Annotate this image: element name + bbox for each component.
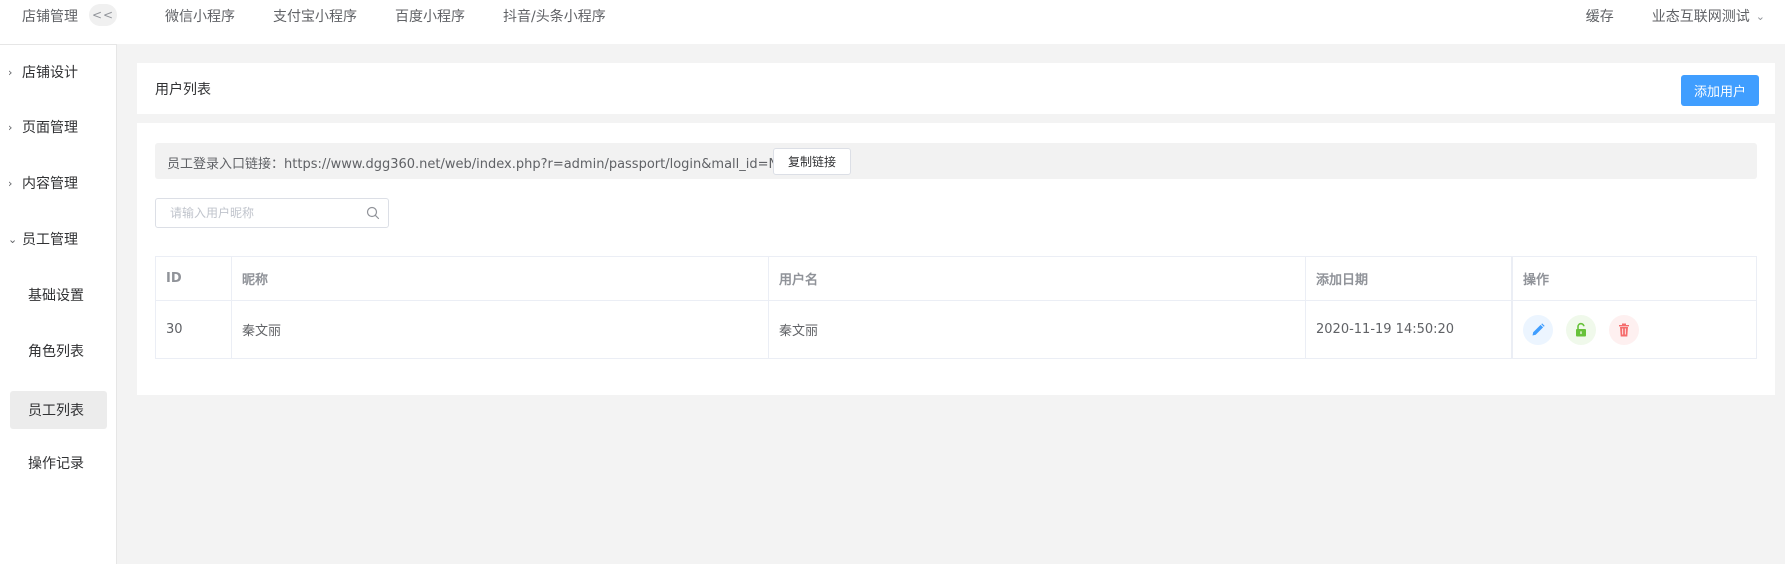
cell-id: 30	[156, 301, 232, 358]
nav-alipay-miniprogram[interactable]: 支付宝小程序	[273, 6, 357, 26]
search-box	[155, 198, 389, 228]
user-table: ID 昵称 用户名 添加日期 操作 30 秦文丽 秦文丽 2020-11-19 …	[155, 256, 1757, 359]
sidebar-collapse-button[interactable]: <<	[89, 4, 117, 26]
sidebar: › 店铺设计 › 页面管理 › 内容管理 ⌄ 员工管理 基础设置 角色列表 员工…	[0, 44, 117, 564]
sidebar-subitem-operation-log[interactable]: 操作记录	[10, 444, 107, 482]
sidebar-subitem-label: 操作记录	[28, 456, 84, 472]
column-header-nickname: 昵称	[232, 257, 769, 300]
top-nav: 微信小程序 支付宝小程序 百度小程序 抖音/头条小程序	[165, 6, 644, 26]
chevron-down-icon: ⌄	[8, 232, 18, 246]
sidebar-subitem-label: 员工列表	[28, 403, 84, 419]
sidebar-item-label: 页面管理	[22, 120, 78, 136]
copy-link-button[interactable]: 复制链接	[773, 148, 851, 175]
user-name: 业态互联网测试	[1651, 9, 1750, 25]
sidebar-subitem-label: 基础设置	[28, 288, 84, 304]
unlock-button[interactable]	[1566, 314, 1596, 345]
user-menu[interactable]: 业态互联网测试 ⌄	[1652, 6, 1765, 26]
delete-button[interactable]	[1609, 314, 1639, 345]
cell-nickname: 秦文丽	[232, 301, 769, 358]
nav-baidu-miniprogram[interactable]: 百度小程序	[395, 6, 465, 26]
top-right-actions: 缓存 业态互联网测试 ⌄	[1586, 6, 1765, 26]
column-header-id: ID	[156, 257, 232, 300]
top-bar: 店铺管理 << 微信小程序 支付宝小程序 百度小程序 抖音/头条小程序 缓存 业…	[0, 0, 1785, 44]
edit-button[interactable]	[1523, 314, 1553, 345]
cell-username: 秦文丽	[769, 301, 1306, 358]
login-link-url: https://www.dgg360.net/web/index.php?r=a…	[284, 157, 811, 172]
sidebar-subitem-staff-list[interactable]: 员工列表	[10, 391, 107, 429]
page-header-card: 用户列表 添加用户	[137, 63, 1775, 114]
table-header: ID 昵称 用户名 添加日期 操作	[156, 257, 1756, 301]
cell-actions	[1512, 301, 1756, 358]
unlock-icon	[1576, 322, 1586, 336]
table-row: 30 秦文丽 秦文丽 2020-11-19 14:50:20	[156, 301, 1756, 358]
sidebar-item-label: 内容管理	[22, 176, 78, 192]
add-user-button[interactable]: 添加用户	[1681, 75, 1759, 106]
chevron-right-icon: ›	[8, 120, 13, 134]
cache-button[interactable]: 缓存	[1586, 6, 1614, 26]
column-header-username: 用户名	[769, 257, 1306, 300]
column-header-date: 添加日期	[1306, 257, 1512, 300]
search-icon[interactable]	[366, 206, 380, 220]
sidebar-subitem-role-list[interactable]: 角色列表	[10, 332, 107, 370]
chevron-down-icon: ⌄	[1755, 9, 1765, 23]
main-card: 员工登录入口链接：https://www.dgg360.net/web/inde…	[137, 123, 1775, 395]
sidebar-subitem-label: 角色列表	[28, 344, 84, 360]
sidebar-item-page-management[interactable]: › 页面管理	[8, 114, 78, 140]
page-title: 用户列表	[155, 82, 211, 98]
chevron-right-icon: ›	[8, 65, 13, 79]
delete-icon	[1619, 323, 1629, 336]
sidebar-item-staff-management[interactable]: ⌄ 员工管理	[8, 226, 78, 252]
column-header-actions: 操作	[1512, 257, 1756, 300]
nav-wechat-miniprogram[interactable]: 微信小程序	[165, 6, 235, 26]
sidebar-item-store-design[interactable]: › 店铺设计	[8, 59, 78, 85]
search-input[interactable]	[156, 199, 361, 227]
sidebar-item-content-management[interactable]: › 内容管理	[8, 170, 78, 196]
chevron-right-icon: ›	[8, 176, 13, 190]
login-link-label: 员工登录入口链接：	[167, 157, 285, 172]
sidebar-subitem-basic-settings[interactable]: 基础设置	[10, 276, 107, 314]
nav-douyin-miniprogram[interactable]: 抖音/头条小程序	[503, 6, 606, 26]
sidebar-item-label: 员工管理	[22, 232, 78, 248]
login-link-bar: 员工登录入口链接：https://www.dgg360.net/web/inde…	[155, 143, 1757, 179]
cell-date: 2020-11-19 14:50:20	[1306, 301, 1512, 358]
login-link-text: 员工登录入口链接：https://www.dgg360.net/web/inde…	[167, 153, 811, 172]
edit-icon	[1532, 322, 1545, 335]
brand-title: 店铺管理	[22, 9, 78, 25]
sidebar-item-label: 店铺设计	[22, 65, 78, 81]
